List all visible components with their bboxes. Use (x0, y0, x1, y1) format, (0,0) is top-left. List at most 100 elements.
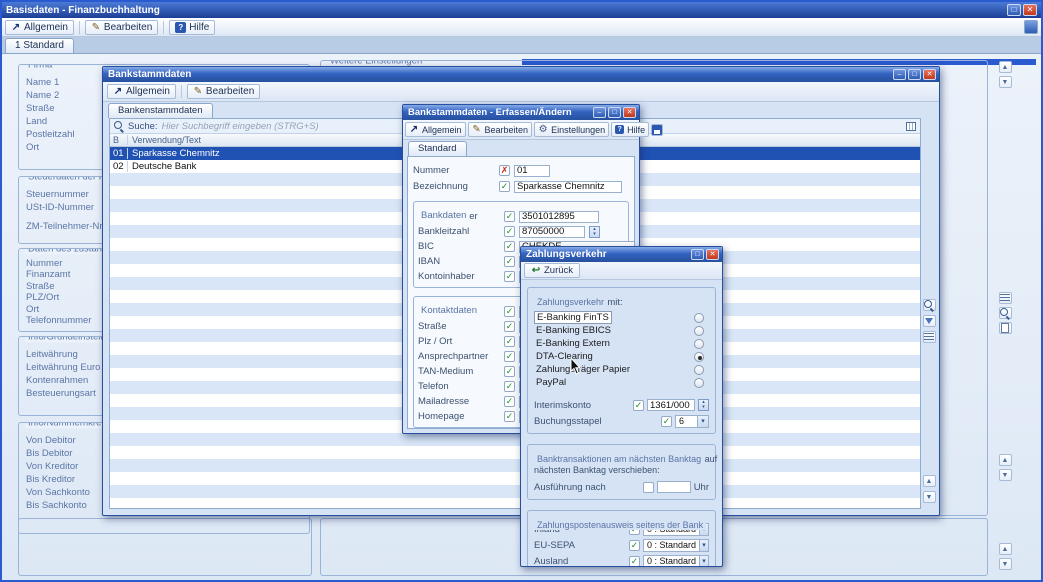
back-icon: ↩ (531, 265, 541, 276)
list-icon[interactable] (999, 292, 1012, 304)
edit-menu-einstellungen[interactable]: ⚙ Einstellungen (534, 122, 609, 137)
valid-checkbox[interactable]: ✓ (629, 556, 640, 567)
edit-menu-allgemein[interactable]: ↗ Allgemein (405, 122, 466, 137)
bank-window-titlebar[interactable]: Bankstammdaten – □ ✕ (103, 67, 939, 82)
radio-button[interactable] (694, 313, 704, 323)
search-icon[interactable] (923, 299, 936, 311)
option-dta-clearing[interactable]: DTA-Clearing (534, 350, 709, 363)
columns-icon[interactable] (906, 122, 916, 131)
layout-icon[interactable] (1024, 20, 1038, 34)
valid-checkbox[interactable]: ✓ (504, 241, 515, 252)
nummer-input[interactable] (514, 165, 550, 177)
option-ebanking-extern[interactable]: E-Banking Extern (534, 337, 709, 350)
scroll-up-icon[interactable]: ▲ (999, 454, 1012, 466)
valid-checkbox[interactable]: ✓ (504, 366, 515, 377)
close-icon[interactable]: ✕ (623, 107, 636, 118)
valid-checkbox[interactable]: ✓ (504, 306, 515, 317)
valid-checkbox[interactable]: ✓ (629, 540, 640, 551)
main-titlebar[interactable]: Basisdaten - Finanzbuchhaltung □ ✕ (2, 2, 1041, 18)
bank-menu-bearbeiten[interactable]: ✎ Bearbeiten (187, 84, 260, 99)
maximize-icon[interactable]: □ (691, 249, 704, 260)
valid-checkbox[interactable]: ✓ (633, 400, 644, 411)
check-icon: ✓ (506, 397, 514, 406)
minimize-icon[interactable]: – (893, 69, 906, 80)
radio-button[interactable] (694, 378, 704, 388)
option-zahlungstraeger-papier[interactable]: Zahlungsträger Papier (534, 363, 709, 376)
valid-checkbox[interactable]: ✓ (661, 416, 672, 427)
scroll-down-icon[interactable]: ▼ (999, 558, 1012, 570)
bankleitzahl-input[interactable] (519, 226, 585, 238)
invalid-checkbox[interactable]: ✗ (499, 165, 510, 176)
scroll-up-icon[interactable]: ▲ (923, 475, 936, 487)
valid-checkbox[interactable]: ✓ (499, 181, 510, 192)
column-header-b[interactable]: B (110, 135, 128, 145)
back-button[interactable]: ↩ Zurück (524, 263, 580, 278)
valid-checkbox[interactable]: ✓ (504, 271, 515, 282)
valid-checkbox[interactable]: ✓ (504, 256, 515, 267)
edit-menu-bearbeiten[interactable]: ✎ Bearbeiten (468, 122, 533, 137)
close-icon[interactable]: ✕ (923, 69, 936, 80)
spinner[interactable]: ▴ ▾ (589, 226, 600, 238)
valid-checkbox[interactable]: ✓ (504, 226, 515, 237)
ausland-select[interactable]: 0 : Standard ▾ (643, 555, 709, 567)
edit-window-titlebar[interactable]: Bankstammdaten - Erfassen/Ändern – □ ✕ (403, 105, 639, 120)
interimskonto-input[interactable] (647, 399, 695, 411)
scroll-down-icon[interactable]: ▼ (923, 491, 936, 503)
search-icon[interactable] (999, 307, 1012, 319)
maximize-icon[interactable]: □ (908, 69, 921, 80)
radio-button-selected[interactable] (694, 352, 704, 362)
maximize-icon[interactable]: □ (1007, 4, 1021, 16)
option-ebanking-fints[interactable]: E-Banking FinTS (534, 311, 709, 324)
field-label: Homepage (418, 411, 500, 422)
valid-checkbox[interactable]: ✓ (504, 321, 515, 332)
tab-standard[interactable]: Standard (408, 141, 467, 156)
payment-window: Zahlungsverkehr □ ✕ ↩ Zurück Zahlungsver… (520, 246, 723, 567)
buchungsstapel-select[interactable]: 6 ▾ (675, 415, 709, 428)
bezeichnung-input[interactable] (514, 181, 622, 193)
valid-checkbox[interactable]: ✓ (504, 211, 515, 222)
scroll-up-icon[interactable]: ▲ (999, 543, 1012, 555)
valid-checkbox[interactable]: ✓ (504, 336, 515, 347)
save-icon[interactable] (651, 124, 663, 136)
close-icon[interactable]: ✕ (1023, 4, 1037, 16)
bank-menu-allgemein[interactable]: ↗ Allgemein (107, 84, 176, 99)
field-label: Bankleitzahl (418, 226, 500, 237)
page-icon[interactable] (999, 322, 1012, 334)
filter-icon[interactable] (923, 315, 936, 327)
maximize-icon[interactable]: □ (608, 107, 621, 118)
scroll-down-icon[interactable]: ▼ (999, 76, 1012, 88)
kontonummer-input[interactable] (519, 211, 599, 223)
minimize-icon[interactable]: – (593, 107, 606, 118)
option-paypal[interactable]: PayPal (534, 376, 709, 389)
option-ebanking-ebics[interactable]: E-Banking EBICS (534, 324, 709, 337)
radio-button[interactable] (694, 326, 704, 336)
menu-label: Bearbeiten (485, 125, 529, 135)
dropdown-arrow-icon: ▾ (699, 540, 708, 551)
payment-window-titlebar[interactable]: Zahlungsverkehr □ ✕ (521, 247, 722, 262)
menu-allgemein[interactable]: ↗ Allgemein (5, 20, 74, 35)
radio-button[interactable] (694, 365, 704, 375)
list-icon[interactable] (923, 331, 936, 343)
ausfuehrung-input[interactable] (657, 481, 691, 493)
edit-menu-hilfe[interactable]: ? Hilfe (611, 122, 649, 137)
scroll-up-icon[interactable]: ▲ (999, 61, 1012, 73)
check-icon: ✓ (631, 557, 639, 566)
valid-checkbox[interactable]: ✓ (504, 381, 515, 392)
empty-checkbox[interactable] (643, 482, 654, 493)
valid-checkbox[interactable]: ✓ (504, 411, 515, 422)
radio-button[interactable] (694, 339, 704, 349)
field-label: Buchungsstapel (534, 416, 658, 427)
close-icon[interactable]: ✕ (706, 249, 719, 260)
menu-label: Bearbeiten (206, 86, 254, 97)
check-icon: ✓ (506, 412, 514, 421)
scroll-down-icon[interactable]: ▼ (999, 469, 1012, 481)
eu-sepa-select[interactable]: 0 : Standard ▾ (643, 539, 709, 552)
tab-bankenstammdaten[interactable]: Bankenstammdaten (108, 103, 213, 118)
menu-bearbeiten[interactable]: ✎ Bearbeiten (85, 20, 158, 35)
valid-checkbox[interactable]: ✓ (504, 351, 515, 362)
tab-1-standard[interactable]: 1 Standard (5, 38, 74, 53)
info-text: nächsten Banktag verschieben: (534, 465, 709, 476)
menu-hilfe[interactable]: ? Hilfe (169, 20, 215, 35)
valid-checkbox[interactable]: ✓ (504, 396, 515, 407)
spinner[interactable]: ▴ ▾ (698, 399, 709, 411)
